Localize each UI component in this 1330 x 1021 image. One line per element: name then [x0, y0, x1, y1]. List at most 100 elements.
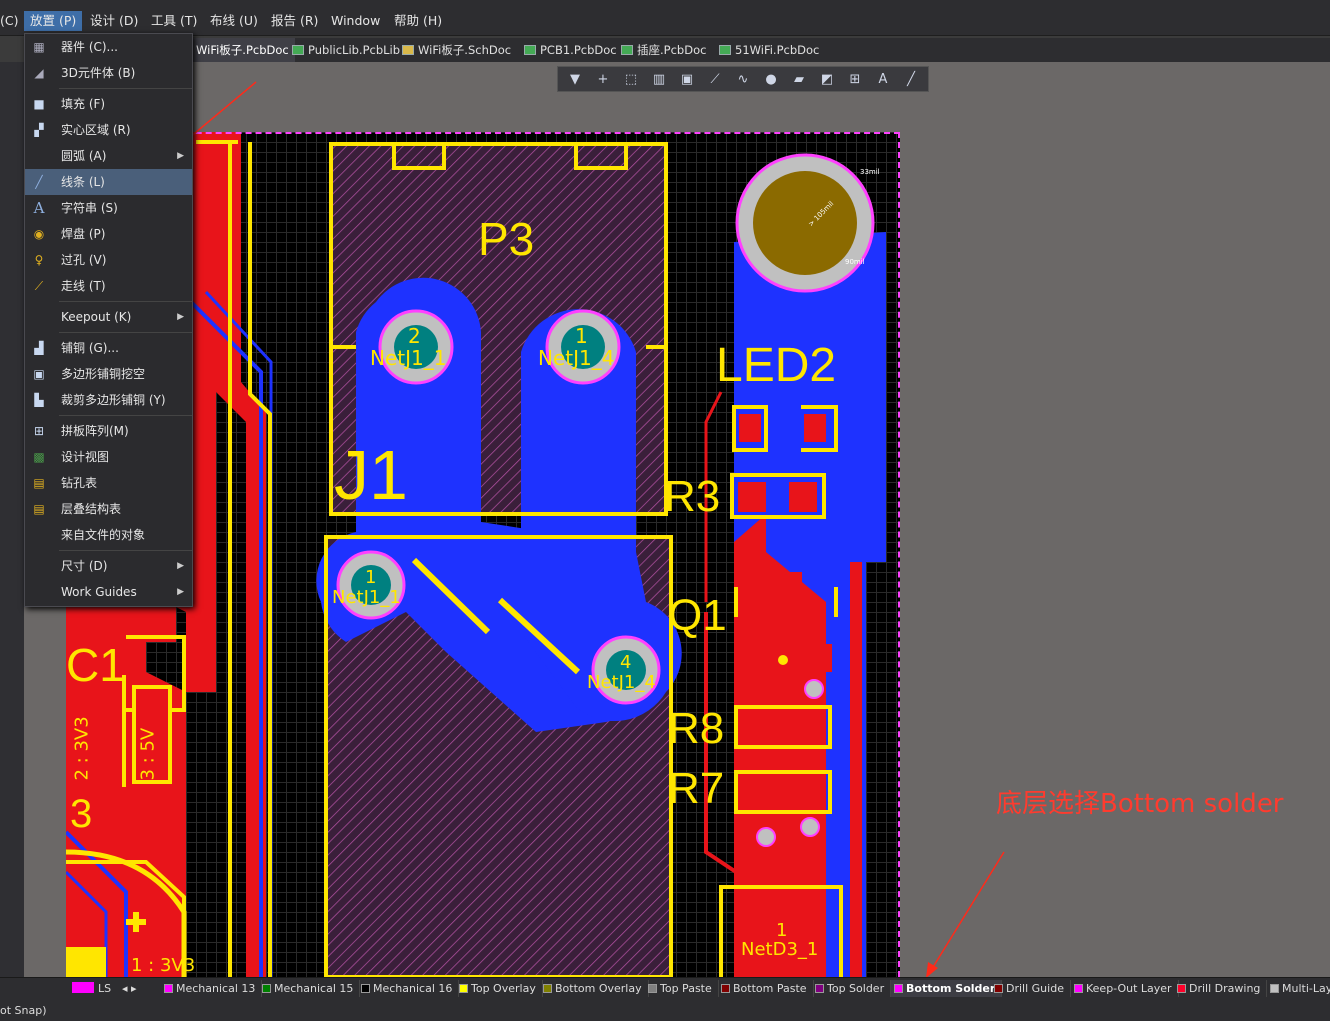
menu-label: 字符串 (S) — [61, 201, 118, 215]
menu-label: 填充 (F) — [61, 97, 106, 111]
menu-place-line[interactable]: ╱ 线条 (L) — [25, 169, 192, 195]
slice-polygon-icon: ▙ — [34, 393, 44, 407]
layer-color-swatch — [721, 984, 730, 993]
menu-place-polygon-pour[interactable]: ▟ 铺铜 (G)... — [25, 335, 192, 361]
layer-tab-bottom-overlay[interactable]: Bottom Overlay — [540, 980, 649, 997]
embedded-board-array-icon: ⊞ — [33, 424, 45, 438]
menu-separator — [59, 88, 192, 89]
layer-tab-mechanical-13[interactable]: Mechanical 13 — [161, 980, 263, 997]
annotation-text: 底层选择Bottom solder — [996, 789, 1284, 819]
menu-label: Keepout (K) — [61, 310, 132, 324]
menu-place-string[interactable]: A 字符串 (S) — [25, 195, 192, 221]
layer-color-swatch — [1177, 984, 1186, 993]
menu-place-fill[interactable]: ■ 填充 (F) — [25, 91, 192, 117]
menu-place-solid-region[interactable]: ▞ 实心区域 (R) — [25, 117, 192, 143]
layer-tab-top-solder[interactable]: Top Solder — [812, 980, 892, 997]
menu-place-track[interactable]: ⟋ 走线 (T) — [25, 273, 192, 299]
layer-label: Top Overlay — [471, 982, 536, 995]
menu-place-object-from-file[interactable]: 来自文件的对象 — [25, 522, 192, 548]
layer-tab-mechanical-16[interactable]: Mechanical 16 — [358, 980, 460, 997]
submenu-arrow-icon: ▶ — [177, 151, 184, 161]
menu-label: 实心区域 (R) — [61, 123, 131, 137]
menu-label: 圆弧 (A) — [61, 149, 107, 163]
layer-color-swatch — [361, 984, 370, 993]
layer-label: LS — [98, 982, 112, 995]
layer-tab-keep-out[interactable]: Keep-Out Layer — [1071, 980, 1179, 997]
layer-label: Bottom Solder — [906, 982, 996, 995]
layer-color-swatch — [1074, 984, 1083, 993]
solid-region-icon: ▞ — [34, 123, 44, 137]
layer-color-swatch — [894, 984, 903, 993]
menu-place-layer-stack-table[interactable]: ▤ 层叠结构表 — [25, 496, 192, 522]
menu-label: 铺铜 (G)... — [61, 341, 119, 355]
layer-label: Drill Drawing — [1189, 982, 1261, 995]
menu-place-polygon-cutout[interactable]: ▣ 多边形铺铜挖空 — [25, 361, 192, 387]
layer-label: Mechanical 16 — [373, 982, 453, 995]
layer-color-swatch — [459, 984, 468, 993]
menu-place-drill-table[interactable]: ▤ 钻孔表 — [25, 470, 192, 496]
menu-label: 尺寸 (D) — [61, 559, 108, 573]
menu-place-3d-body[interactable]: ◢ 3D元件体 (B) — [25, 60, 192, 86]
layer-label: Mechanical 13 — [176, 982, 256, 995]
layer-tab-multi-layer[interactable]: Multi-Lay — [1267, 980, 1330, 997]
status-text: ot Snap) — [0, 1004, 47, 1017]
layer-tab-bottom-solder[interactable]: Bottom Solder — [891, 980, 1003, 997]
menu-separator — [59, 332, 192, 333]
layer-tab-drill-drawing[interactable]: Drill Drawing — [1174, 980, 1268, 997]
submenu-arrow-icon: ▶ — [177, 587, 184, 597]
layer-label: Top Solder — [827, 982, 885, 995]
menu-label: 走线 (T) — [61, 279, 106, 293]
polygon-cutout-icon: ▣ — [33, 367, 45, 381]
menu-label: 器件 (C)... — [61, 40, 119, 54]
menu-place-via[interactable]: ♀ 过孔 (V) — [25, 247, 192, 273]
menu-place-work-guides[interactable]: Work Guides ▶ — [25, 579, 192, 605]
menu-place-slice-polygon[interactable]: ▙ 裁剪多边形铺铜 (Y) — [25, 387, 192, 413]
layer-color-swatch — [262, 984, 271, 993]
menu-place-design-view[interactable]: ▩ 设计视图 — [25, 444, 192, 470]
layer-label: Multi-Lay — [1282, 982, 1330, 995]
menu-label: 过孔 (V) — [61, 253, 107, 267]
layer-tabs-bar: LS ◂ ▸ Mechanical 13 Mechanical 15 Mecha… — [0, 977, 1330, 997]
layer-color-swatch — [164, 984, 173, 993]
polygon-pour-icon: ▟ — [34, 341, 44, 355]
menu-label: 线条 (L) — [61, 175, 105, 189]
layer-set-ls[interactable]: LS — [68, 980, 117, 997]
layer-tab-drill-guide[interactable]: Drill Guide — [991, 980, 1071, 997]
menu-place-keepout[interactable]: Keepout (K) ▶ — [25, 304, 192, 330]
menu-label: 来自文件的对象 — [61, 528, 146, 542]
menu-place-arc[interactable]: 圆弧 (A) ▶ — [25, 143, 192, 169]
menu-label: Work Guides — [61, 585, 137, 599]
layer-color-swatch — [648, 984, 657, 993]
menu-place-pad[interactable]: ◉ 焊盘 (P) — [25, 221, 192, 247]
place-menu-dropdown: ▦ 器件 (C)... ◢ 3D元件体 (B) ■ 填充 (F) ▞ 实心区域 (R) … — [24, 33, 193, 607]
menu-label: 设计视图 — [61, 450, 110, 464]
menu-label: 3D元件体 (B) — [61, 66, 136, 80]
layer-label: Bottom Paste — [733, 982, 807, 995]
component-icon: ▦ — [33, 40, 45, 54]
layer-color-swatch — [815, 984, 824, 993]
menu-label: 裁剪多边形铺铜 (Y) — [61, 393, 166, 407]
layer-color-swatch — [72, 982, 94, 993]
layer-color-swatch — [994, 984, 1003, 993]
menu-label: 焊盘 (P) — [61, 227, 106, 241]
layer-label: Top Paste — [660, 982, 712, 995]
layer-tab-top-overlay[interactable]: Top Overlay — [456, 980, 543, 997]
menu-separator — [59, 301, 192, 302]
menu-separator — [59, 415, 192, 416]
annotation-arrows — [128, 81, 1005, 978]
layer-scroll-left[interactable]: ◂ ▸ — [118, 980, 143, 997]
layer-stack-table-icon: ▤ — [33, 502, 45, 516]
menu-place-dimension[interactable]: 尺寸 (D) ▶ — [25, 553, 192, 579]
layer-tab-bottom-paste[interactable]: Bottom Paste — [718, 980, 814, 997]
3d-body-icon: ◢ — [34, 66, 44, 80]
menu-separator — [59, 550, 192, 551]
layer-tab-top-paste[interactable]: Top Paste — [645, 980, 719, 997]
menu-place-component[interactable]: ▦ 器件 (C)... — [25, 34, 192, 60]
submenu-arrow-icon: ▶ — [177, 561, 184, 571]
string-icon: A — [33, 199, 45, 217]
submenu-arrow-icon: ▶ — [177, 312, 184, 322]
drill-table-icon: ▤ — [33, 476, 45, 490]
menu-place-board-array[interactable]: ⊞ 拼板阵列(M) — [25, 418, 192, 444]
layer-tab-mechanical-15[interactable]: Mechanical 15 — [259, 980, 361, 997]
track-icon: ⟋ — [34, 279, 44, 293]
